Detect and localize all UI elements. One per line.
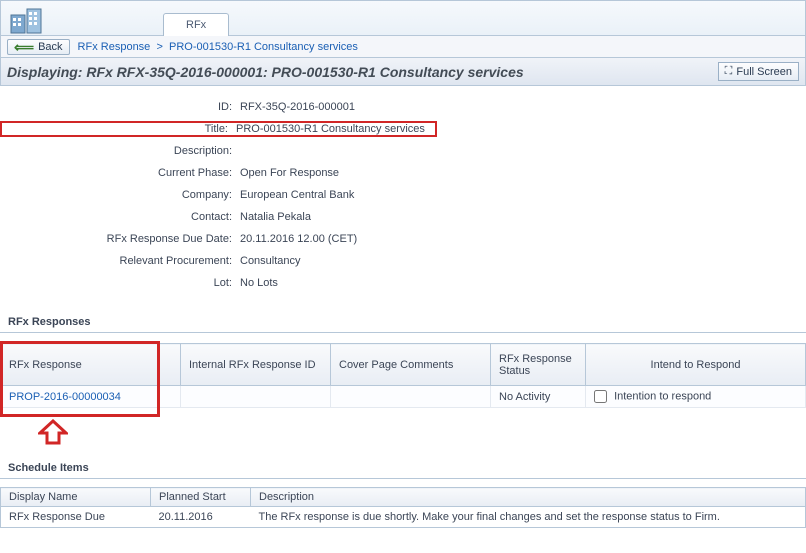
intend-label: Intention to respond bbox=[614, 390, 711, 402]
cell-status: No Activity bbox=[491, 386, 586, 408]
table-header-row: Display Name Planned Start Description bbox=[1, 488, 806, 507]
breadcrumb-item-doc[interactable]: PRO-001530-R1 Consultancy services bbox=[169, 41, 358, 53]
label-description: Description: bbox=[0, 145, 240, 157]
th-description: Description bbox=[251, 488, 806, 507]
intend-checkbox[interactable] bbox=[594, 390, 607, 403]
th-rfx-response: RFx Response bbox=[1, 344, 181, 386]
value-title: PRO-001530-R1 Consultancy services bbox=[236, 123, 431, 135]
response-id-link[interactable]: PROP-2016-00000034 bbox=[9, 391, 121, 403]
details-panel: ID:RFX-35Q-2016-000001 Title: PRO-001530… bbox=[0, 86, 806, 304]
value-proc: Consultancy bbox=[240, 255, 301, 267]
th-cover-comments: Cover Page Comments bbox=[331, 344, 491, 386]
cell-name: RFx Response Due bbox=[1, 507, 151, 528]
th-planned-start: Planned Start bbox=[151, 488, 251, 507]
fullscreen-icon: ⛶ bbox=[725, 65, 733, 78]
label-phase: Current Phase: bbox=[0, 167, 240, 179]
fullscreen-button[interactable]: ⛶ Full Screen bbox=[718, 62, 799, 81]
value-lot: No Lots bbox=[240, 277, 278, 289]
label-proc: Relevant Procurement: bbox=[0, 255, 240, 267]
breadcrumb: RFx Response > PRO-001530-R1 Consultancy… bbox=[78, 41, 358, 53]
section-rfx-responses: RFx Responses bbox=[0, 312, 806, 333]
value-company: European Central Bank bbox=[240, 189, 354, 201]
label-due: RFx Response Due Date: bbox=[0, 233, 240, 245]
cell-internal-id bbox=[181, 386, 331, 408]
cell-date: 20.11.2016 bbox=[151, 507, 251, 528]
heading-bar: Displaying: RFx RFX-35Q-2016-000001: PRO… bbox=[0, 58, 806, 86]
table-row[interactable]: PROP-2016-00000034 No Activity Intention… bbox=[1, 386, 806, 408]
cell-cover bbox=[331, 386, 491, 408]
cell-desc: The RFx response is due shortly. Make yo… bbox=[251, 507, 806, 528]
responses-table: RFx Response Internal RFx Response ID Co… bbox=[0, 343, 806, 408]
top-toolbar: RFx bbox=[0, 0, 806, 36]
highlight-arrow-icon bbox=[38, 419, 68, 449]
th-display-name: Display Name bbox=[1, 488, 151, 507]
section-schedule-items: Schedule Items bbox=[0, 458, 806, 479]
label-contact: Contact: bbox=[0, 211, 240, 223]
label-company: Company: bbox=[0, 189, 240, 201]
app-logo-icon bbox=[9, 5, 57, 35]
th-intend: Intend to Respond bbox=[586, 344, 806, 386]
value-contact: Natalia Pekala bbox=[240, 211, 311, 223]
cell-intend: Intention to respond bbox=[586, 386, 806, 408]
label-id: ID: bbox=[0, 101, 240, 113]
table-row[interactable]: RFx Response Due 20.11.2016 The RFx resp… bbox=[1, 507, 806, 528]
th-status: RFx Response Status bbox=[491, 344, 586, 386]
breadcrumb-bar: ⟸ Back RFx Response > PRO-001530-R1 Cons… bbox=[0, 36, 806, 58]
value-id: RFX-35Q-2016-000001 bbox=[240, 101, 355, 113]
table-header-row: RFx Response Internal RFx Response ID Co… bbox=[1, 344, 806, 386]
th-internal-id: Internal RFx Response ID bbox=[181, 344, 331, 386]
fullscreen-label: Full Screen bbox=[736, 66, 792, 78]
label-lot: Lot: bbox=[0, 277, 240, 289]
back-button[interactable]: ⟸ Back bbox=[7, 39, 70, 55]
page-title: Displaying: RFx RFX-35Q-2016-000001: PRO… bbox=[7, 64, 524, 80]
back-arrow-icon: ⟸ bbox=[14, 42, 34, 52]
tab-rfx[interactable]: RFx bbox=[163, 13, 229, 36]
value-due: 20.11.2016 12.00 (CET) bbox=[240, 233, 357, 245]
back-label: Back bbox=[38, 41, 62, 53]
value-phase: Open For Response bbox=[240, 167, 339, 179]
breadcrumb-item-response[interactable]: RFx Response bbox=[78, 41, 151, 53]
schedule-table: Display Name Planned Start Description R… bbox=[0, 487, 806, 528]
label-title: Title: bbox=[4, 123, 236, 135]
